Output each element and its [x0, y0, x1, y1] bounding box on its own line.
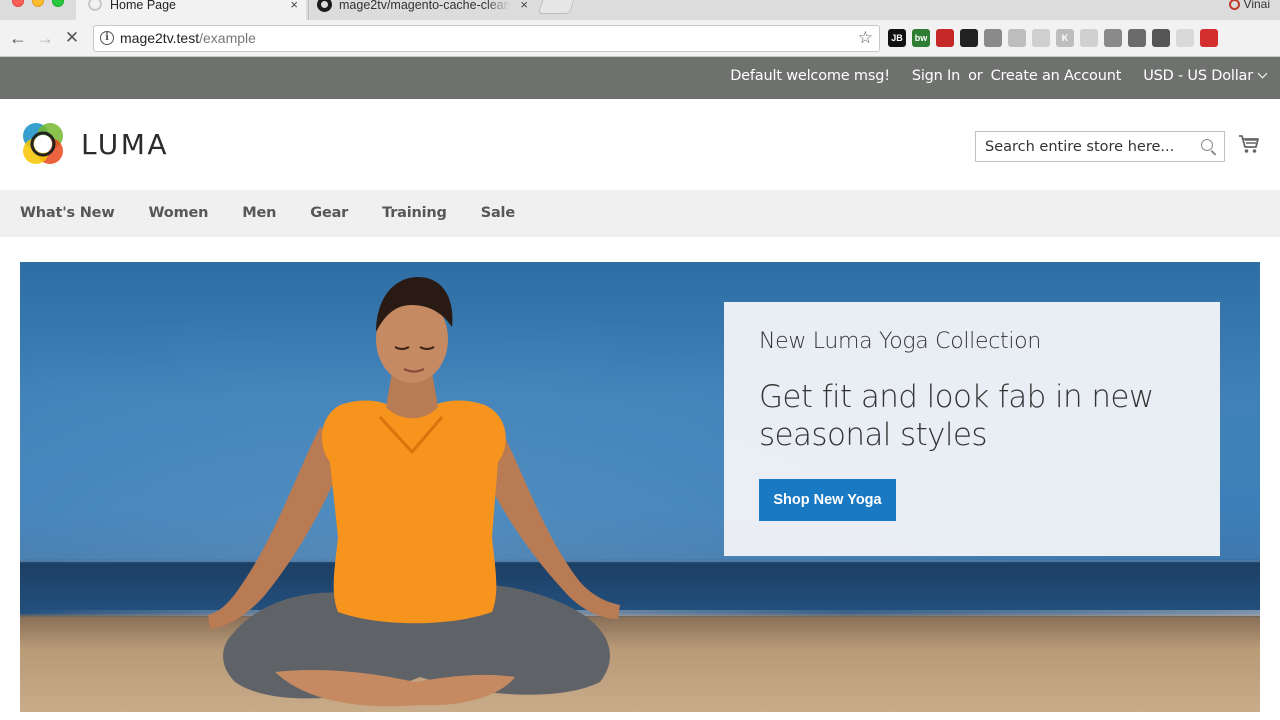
browser-tab-home[interactable]: Home Page × — [76, 0, 306, 20]
extension-icons: JB bw K — [888, 29, 1218, 49]
cart-icon[interactable] — [1238, 134, 1260, 154]
profile-icon — [1228, 0, 1240, 10]
cast-ext-icon[interactable] — [1176, 29, 1194, 47]
luma-logo-icon — [23, 123, 63, 164]
main-navigation: What's New Women Men Gear Training Sale — [0, 190, 1280, 237]
github-icon — [317, 0, 332, 12]
bookmark-star-icon[interactable]: ☆ — [858, 28, 873, 48]
promo-subtitle: New Luma Yoga Collection — [759, 329, 1041, 354]
gear-ext-icon[interactable] — [984, 29, 1002, 47]
address-bar[interactable]: i mage2tv.test/example ☆ — [93, 25, 880, 52]
nav-item-whats-new[interactable]: What's New — [20, 205, 115, 221]
nav-item-sale[interactable]: Sale — [481, 205, 515, 221]
browser-profile[interactable]: Vinai — [1228, 0, 1270, 11]
currency-switcher[interactable]: USD - US Dollar — [1143, 68, 1268, 84]
search-input[interactable] — [976, 132, 1186, 161]
search-icon[interactable] — [1201, 139, 1213, 151]
window-minimize-dot[interactable] — [32, 0, 44, 7]
or-separator: or — [968, 68, 983, 84]
stop-loading-icon[interactable]: ✕ — [62, 28, 82, 48]
store-header: LUMA — [0, 99, 1280, 190]
create-account-link[interactable]: Create an Account — [991, 68, 1122, 84]
tab-title: mage2tv/magento-cache-clean — [339, 0, 511, 12]
chevron-down-icon — [1257, 68, 1268, 79]
promo-block: New Luma Yoga Collection Get fit and loo… — [724, 302, 1220, 556]
jetbrains-ext-icon[interactable]: JB — [888, 29, 906, 47]
new-tab-button[interactable] — [537, 0, 575, 14]
hero-banner[interactable]: New Luma Yoga Collection Get fit and loo… — [20, 262, 1260, 712]
profile-name: Vinai — [1243, 0, 1270, 11]
grid-ext-icon[interactable] — [1080, 29, 1098, 47]
store-logo[interactable]: LUMA — [20, 121, 169, 167]
tab-close-icon[interactable]: × — [290, 0, 298, 12]
sign-in-link[interactable]: Sign In — [912, 68, 961, 84]
back-arrow-icon[interactable]: ← — [8, 28, 28, 48]
promo-headline: Get fit and look fab in new seasonal sty… — [759, 379, 1154, 453]
loading-spinner-icon — [88, 0, 102, 11]
panel-header: Default welcome msg! Sign In or Create a… — [0, 57, 1280, 99]
builtwith-ext-icon[interactable]: bw — [912, 29, 930, 47]
clipboard-ext-icon[interactable] — [1128, 29, 1146, 47]
ghost-ext-icon[interactable] — [1104, 29, 1122, 47]
tab-close-icon[interactable]: × — [520, 0, 528, 12]
nav-item-gear[interactable]: Gear — [310, 205, 348, 221]
upload-ext-icon[interactable] — [1200, 29, 1218, 47]
site-info-icon[interactable]: i — [100, 31, 114, 45]
url-text: mage2tv.test/example — [120, 30, 256, 46]
header-links: Default welcome msg! Sign In or Create a… — [730, 68, 1268, 84]
nav-item-women[interactable]: Women — [149, 205, 209, 221]
puzzle-ext-icon[interactable] — [1008, 29, 1026, 47]
rss-ext-icon[interactable] — [1032, 29, 1050, 47]
shop-new-yoga-button[interactable]: Shop New Yoga — [759, 479, 896, 521]
sync-ext-icon[interactable] — [1152, 29, 1170, 47]
browser-tab-github[interactable]: mage2tv/magento-cache-clean × — [308, 0, 536, 20]
window-zoom-dot[interactable] — [52, 0, 64, 7]
window-close-dot[interactable] — [12, 0, 24, 7]
nav-item-men[interactable]: Men — [242, 205, 276, 221]
logo-text: LUMA — [81, 127, 170, 161]
red-ext-icon[interactable] — [936, 29, 954, 47]
tab-title: Home Page — [110, 0, 177, 12]
k-ext-icon[interactable]: K — [1056, 29, 1074, 47]
welcome-message: Default welcome msg! — [730, 68, 890, 84]
search-box — [975, 131, 1225, 162]
browser-toolbar: ← → ✕ i mage2tv.test/example ☆ JB bw K — [0, 20, 1280, 57]
browser-tab-strip: Home Page × mage2tv/magento-cache-clean … — [0, 0, 1280, 20]
yoga-model-image — [208, 277, 620, 707]
vector-ext-icon[interactable] — [960, 29, 978, 47]
forward-arrow-icon[interactable]: → — [35, 28, 55, 48]
nav-item-training[interactable]: Training — [382, 205, 447, 221]
